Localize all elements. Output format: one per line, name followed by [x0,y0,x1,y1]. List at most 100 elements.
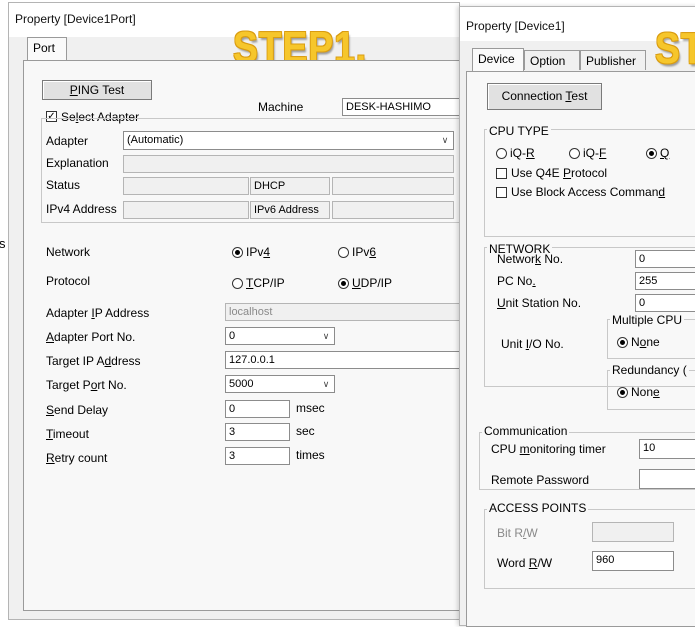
redundancy-label: Redundancy ( [610,363,689,377]
adapter-port-label: Adapter Port No. [46,330,136,344]
send-delay-unit: msec [296,401,325,415]
pc-no-label: PC No. [497,274,536,288]
left-edge-fragment: s [0,236,6,251]
retry-count-field[interactable]: 3 [225,447,290,465]
target-port-label: Target Port No. [46,378,127,392]
cpu-monitor-label: CPU monitoring timer [491,442,606,456]
tab-device[interactable]: Device [472,48,524,71]
ping-test-label: PING Test [69,83,125,97]
dhcp-label: DHCP [254,180,286,192]
retry-count-unit: times [296,448,325,462]
cpu-iqf-radio[interactable] [569,148,580,159]
ipv4-address-field [123,201,249,219]
pc-no-field[interactable]: 255 [635,272,695,290]
access-points-group [484,509,695,589]
adapter-port-value: 0 [229,330,236,342]
protocol-udp-radio[interactable] [338,278,349,289]
target-ip-label: Target IP Address [46,354,141,368]
multiple-cpu-label: Multiple CPU [610,313,685,327]
redundancy-none-label: None [631,385,660,399]
machine-field[interactable]: DESK-HASHIMO [342,98,472,116]
cpu-iqf-label: iQ-F [583,146,607,160]
port-tab-panel: PING Test ✓ Select Adapter Machine DESK-… [23,60,472,611]
device-property-window: Property [Device1] Device Option Publish… [459,6,695,627]
adapter-port-select[interactable]: 0 ∨ [225,327,335,345]
word-rw-field[interactable]: 960 [592,551,674,571]
chevron-down-icon: ∨ [322,331,330,341]
ipv6-address-field [332,201,454,219]
network-ipv6-radio[interactable] [338,247,349,258]
explanation-field [123,155,454,173]
explanation-label: Explanation [46,156,109,170]
dhcp-field: DHCP [250,177,330,195]
tab-option[interactable]: Option [524,50,580,70]
network-no-label: Network No. [497,252,564,266]
remote-password-label: Remote Password [491,473,590,487]
connection-test-button[interactable]: Connection Test [487,83,602,110]
bit-rw-field [592,522,674,542]
multiple-cpu-none-label: None [631,335,660,349]
target-port-value: 5000 [229,378,254,390]
ipv6-address-caption: IPv6 Address [250,201,330,219]
adapter-ip-value: localhost [229,306,273,318]
use-q4e-checkbox[interactable] [496,168,507,179]
dhcp-value-field [332,177,454,195]
word-rw-label: Word R/W [497,556,553,570]
multiple-cpu-none-radio[interactable] [617,337,628,348]
cpu-monitor-field[interactable]: 10 [639,439,695,459]
network-label: Network [46,245,91,259]
tab-port[interactable]: Port [27,37,67,60]
adapter-select[interactable]: (Automatic) ∨ [123,131,454,150]
status-field [123,177,249,195]
window-title: Property [Device1] [466,19,565,33]
use-block-access-checkbox[interactable] [496,187,507,198]
use-block-access-label: Use Block Access Command [511,185,666,199]
send-delay-field[interactable]: 0 [225,400,290,418]
protocol-tcp-label: TCP/IP [246,276,285,290]
window-title: Property [Device1Port] [15,12,136,26]
status-label: Status [46,178,81,192]
adapter-ip-select: localhost [225,303,462,321]
cpu-type-label: CPU TYPE [487,124,551,138]
bit-rw-label: Bit R/W [497,526,538,540]
adapter-label: Adapter [46,134,89,148]
tab-publisher[interactable]: Publisher [580,50,646,70]
ipv6-address-label: IPv6 Address [254,204,319,216]
use-q4e-label: Use Q4E Protocol [511,166,608,180]
ping-test-button[interactable]: PING Test [42,80,152,100]
retry-count-label: Retry count [46,451,108,465]
cpu-iqr-label: iQ-R [510,146,535,160]
redundancy-none-radio[interactable] [617,387,628,398]
network-ipv6-label: IPv6 [352,245,377,259]
protocol-label: Protocol [46,274,91,288]
unit-io-label: Unit I/O No. [501,337,564,351]
step2-label-partial: ST [655,24,695,73]
access-points-label: ACCESS POINTS [487,501,589,515]
timeout-label: Timeout [46,427,89,441]
port-property-window: Property [Device1Port] Port STEP1. PING … [8,2,472,620]
send-delay-label: Send Delay [46,403,109,417]
adapter-ip-label: Adapter IP Address [46,306,150,320]
network-no-field[interactable]: 0 [635,250,695,268]
unit-station-field[interactable]: 0 [635,294,695,312]
timeout-field[interactable]: 3 [225,423,290,441]
ipv4-address-label: IPv4 Address [46,202,117,216]
protocol-udp-label: UDP/IP [352,276,393,290]
network-ipv4-label: IPv4 [246,245,271,259]
device-tab-panel: Connection Test CPU TYPE iQ-R iQ-F Q Use… [466,71,695,627]
connection-test-label: Connection Test [501,89,588,103]
adapter-value: (Automatic) [127,134,184,146]
cpu-q-radio[interactable] [646,148,657,159]
timeout-unit: sec [296,424,315,438]
target-ip-field[interactable]: 127.0.0.1 [225,351,462,369]
protocol-tcp-radio[interactable] [232,278,243,289]
communication-label: Communication [482,424,570,438]
remote-password-field[interactable] [639,469,695,489]
unit-station-label: Unit Station No. [497,296,582,310]
chevron-down-icon: ∨ [322,379,330,389]
machine-label: Machine [258,100,304,114]
cpu-iqr-radio[interactable] [496,148,507,159]
chevron-down-icon: ∨ [441,135,449,145]
network-ipv4-radio[interactable] [232,247,243,258]
target-port-select[interactable]: 5000 ∨ [225,375,335,393]
